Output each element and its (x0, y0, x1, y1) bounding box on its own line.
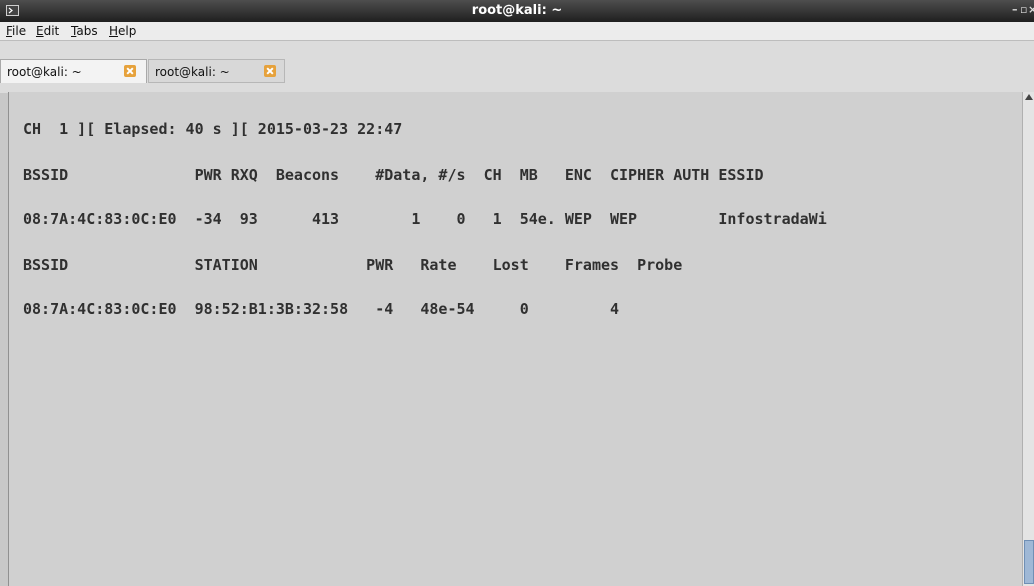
menu-help[interactable]: Help (107, 23, 138, 39)
minimize-button[interactable]: – (1012, 3, 1018, 16)
ap-table-header: BSSID PWR RXQ Beacons #Data, #/s CH MB E… (23, 166, 764, 184)
menu-edit[interactable]: Edit (34, 23, 61, 39)
tab-bar: root@kali: ~ root@kali: ~ (0, 40, 1034, 93)
tab-label: root@kali: ~ (7, 65, 82, 79)
tab-terminal-1[interactable]: root@kali: ~ (0, 59, 147, 83)
scroll-up-arrow-icon[interactable] (1025, 94, 1033, 100)
close-button[interactable]: × (1028, 3, 1034, 16)
menu-edit-label: dit (43, 24, 60, 38)
menu-file[interactable]: File (4, 23, 28, 39)
maximize-button[interactable]: ▫ (1020, 3, 1027, 16)
station-table-row: 08:7A:4C:83:0C:E0 98:52:B1:3B:32:58 -4 4… (23, 300, 620, 318)
menu-tabs[interactable]: Tabs (69, 23, 100, 39)
airodump-status-line: CH 1 ][ Elapsed: 40 s ][ 2015-03-23 22:4… (23, 120, 403, 138)
menubar: File Edit Tabs Help (0, 22, 1034, 40)
window-title: root@kali: ~ (471, 3, 563, 18)
menu-edit-accel: E (36, 24, 44, 38)
tab-close-icon[interactable] (124, 65, 136, 77)
menu-help-label: elp (118, 24, 137, 38)
tab-close-icon[interactable] (264, 65, 276, 77)
scrollbar-thumb[interactable] (1024, 540, 1034, 584)
menu-tabs-label: abs (76, 24, 98, 38)
ap-table-row: 08:7A:4C:83:0C:E0 -34 93 413 1 0 1 54e. … (23, 210, 827, 228)
tab-label: root@kali: ~ (155, 65, 230, 79)
window-titlebar: root@kali: ~ – ▫ × (0, 0, 1034, 22)
tab-terminal-2[interactable]: root@kali: ~ (148, 59, 285, 83)
menu-file-label: ile (12, 24, 27, 38)
menu-help-accel: H (109, 24, 119, 38)
terminal-output[interactable]: CH 1 ][ Elapsed: 40 s ][ 2015-03-23 22:4… (8, 92, 1023, 586)
terminal-scrollbar[interactable] (1022, 92, 1034, 586)
station-table-header: BSSID STATION PWR Rate Lost Frames Probe (23, 256, 683, 274)
